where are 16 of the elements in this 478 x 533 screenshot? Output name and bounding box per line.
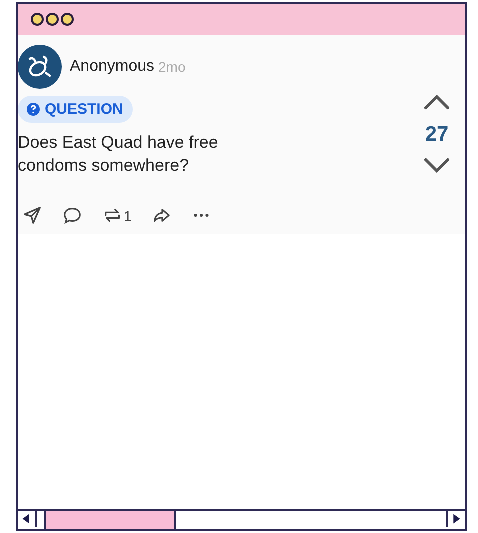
- window-control-button[interactable]: [31, 13, 44, 26]
- tag-label: QUESTION: [45, 101, 124, 118]
- downvote-icon[interactable]: [423, 157, 451, 175]
- comment-icon[interactable]: [62, 205, 83, 226]
- window-control-button[interactable]: [61, 13, 74, 26]
- repost-count: 1: [124, 208, 132, 224]
- post-text: Does East Quad have free condoms somewhere?: [18, 132, 220, 177]
- question-icon: [27, 103, 40, 116]
- upvote-icon[interactable]: [423, 93, 451, 111]
- horizontal-scrollbar[interactable]: [18, 509, 465, 531]
- send-icon[interactable]: [22, 205, 43, 226]
- post-time: 2mo: [158, 59, 186, 75]
- scrollbar-thumb[interactable]: [44, 511, 176, 529]
- author-name[interactable]: Anonymous: [70, 58, 154, 76]
- vote-score: 27: [425, 123, 449, 147]
- window-control-button[interactable]: [46, 13, 59, 26]
